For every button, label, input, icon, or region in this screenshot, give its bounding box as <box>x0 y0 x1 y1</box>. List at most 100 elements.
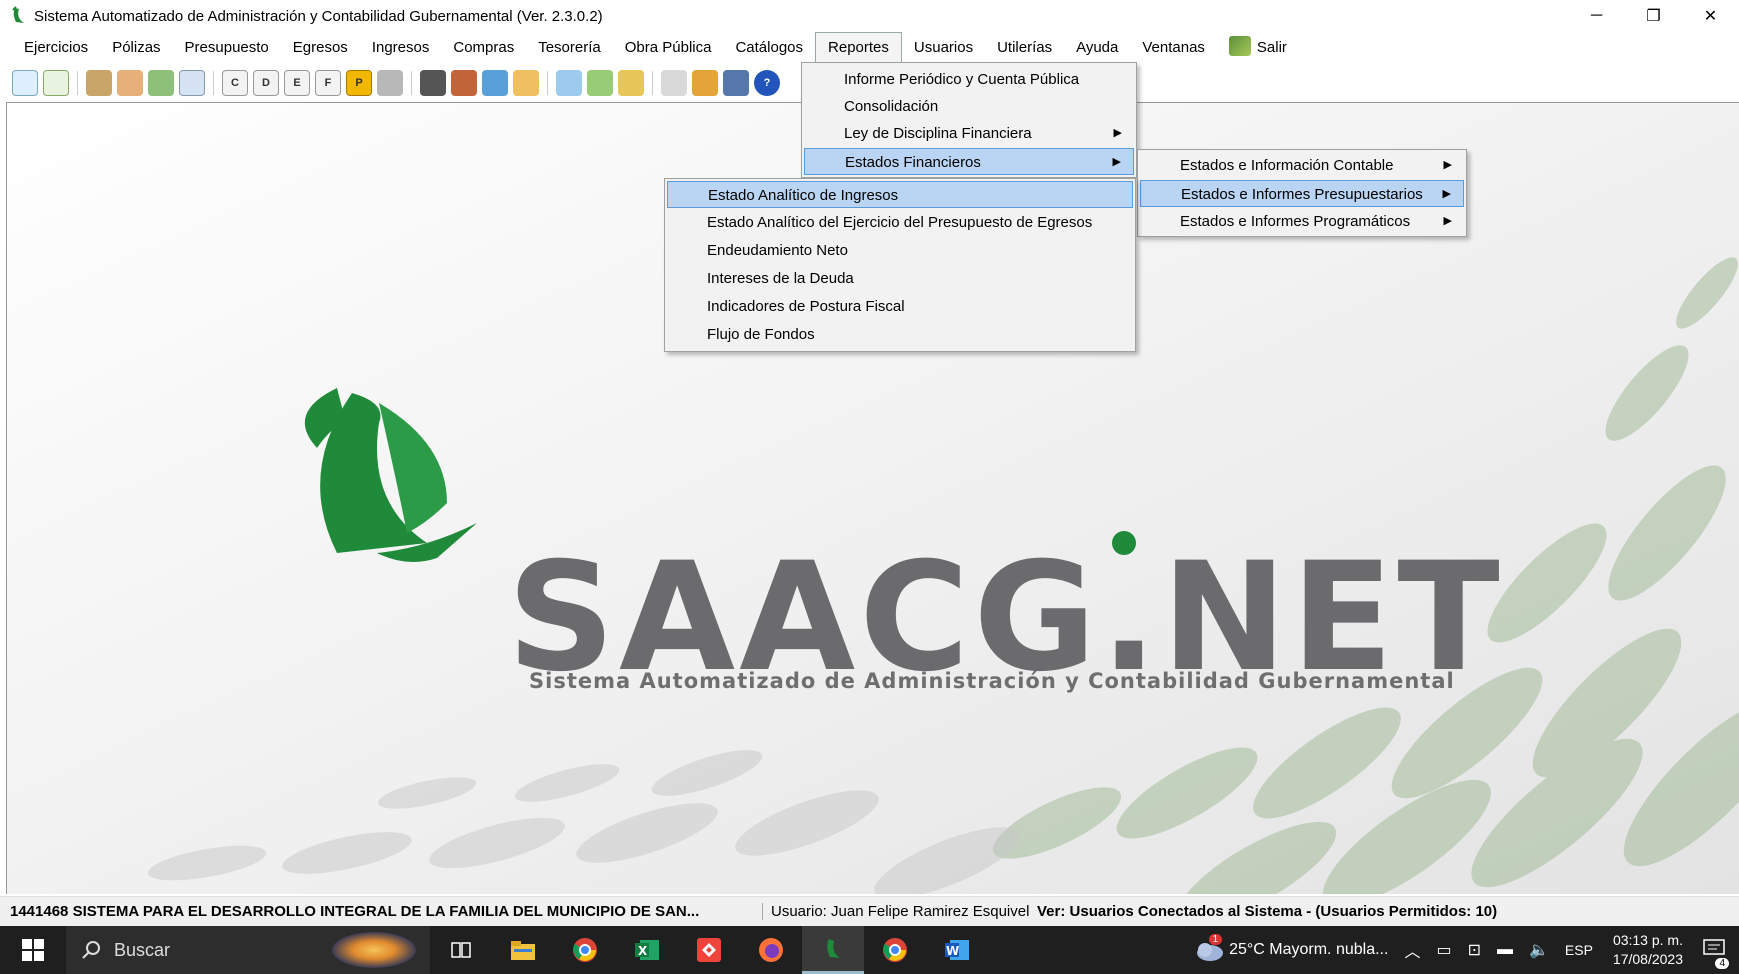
notification-count: 4 <box>1715 957 1729 969</box>
e-letter-icon[interactable]: E <box>284 70 310 96</box>
language-indicator[interactable]: ESP <box>1565 942 1593 958</box>
menu-item-postura-fiscal[interactable]: Indicadores de Postura Fiscal <box>667 293 1133 320</box>
menu-reportes[interactable]: Reportes <box>815 32 902 64</box>
menu-ingresos[interactable]: Ingresos <box>360 33 442 63</box>
taskbar-chrome-2[interactable] <box>864 926 926 974</box>
menu-item-analitico-ingresos[interactable]: Estado Analítico de Ingresos <box>667 181 1133 208</box>
checklist-icon[interactable] <box>148 70 174 96</box>
minimize-button[interactable]: ─ <box>1568 0 1625 32</box>
search-highlight-icon <box>332 932 416 968</box>
menu-item-consolidacion[interactable]: Consolidación <box>804 93 1134 120</box>
f-letter-icon[interactable]: F <box>315 70 341 96</box>
taskbar-excel[interactable]: X <box>616 926 678 974</box>
taskbar-search[interactable]: Buscar <box>66 926 430 974</box>
package-icon[interactable] <box>513 70 539 96</box>
menu-item-informe-periodico[interactable]: Informe Periódico y Cuenta Pública <box>804 66 1134 93</box>
tree-icon[interactable] <box>661 70 687 96</box>
menu-tesoreria[interactable]: Tesorería <box>526 33 613 63</box>
p-letter-icon[interactable]: P <box>346 70 372 96</box>
logo-subtitle: Sistema Automatizado de Administración y… <box>529 669 1455 693</box>
weather-text: 25°C Mayorm. nubla... <box>1229 941 1389 959</box>
taskbar-file-explorer[interactable] <box>492 926 554 974</box>
battery-icon[interactable]: ▬ <box>1497 941 1513 959</box>
menu-item-label: Estados e Informes Presupuestarios <box>1181 186 1423 203</box>
toolbar-separator <box>652 71 653 95</box>
menu-item-informes-programaticos[interactable]: Estados e Informes Programáticos ▶ <box>1140 208 1464 235</box>
printer-icon[interactable] <box>377 70 403 96</box>
notification-center[interactable]: 4 <box>1703 938 1729 969</box>
submenu-arrow-icon: ▶ <box>1443 215 1452 227</box>
help-icon[interactable]: ? <box>754 70 780 96</box>
menu-item-info-contable[interactable]: Estados e Información Contable ▶ <box>1140 152 1464 179</box>
menu-polizas[interactable]: Pólizas <box>100 33 172 63</box>
app-logo-icon <box>10 6 28 26</box>
chevron-up-icon[interactable]: ︿ <box>1404 938 1420 962</box>
restore-button[interactable]: ❐ <box>1625 0 1682 32</box>
document-icon[interactable] <box>43 70 69 96</box>
report-icon[interactable] <box>556 70 582 96</box>
folder-icon[interactable] <box>86 70 112 96</box>
start-button[interactable] <box>0 926 66 974</box>
table-icon[interactable] <box>179 70 205 96</box>
saacg-app-icon <box>827 938 840 958</box>
c-letter-icon[interactable]: C <box>222 70 248 96</box>
status-connected-users[interactable]: Ver: Usuarios Conectados al Sistema - (U… <box>1037 903 1497 920</box>
network-icon[interactable]: ⊡ <box>1468 940 1481 960</box>
search-placeholder: Buscar <box>114 939 171 960</box>
menu-item-label: Endeudamiento Neto <box>707 242 848 259</box>
word-icon: W <box>945 940 969 960</box>
taskbar-saacg[interactable] <box>802 926 864 974</box>
taskbar-anydesk[interactable] <box>678 926 740 974</box>
task-view-button[interactable] <box>430 926 492 974</box>
menu-item-label: Estados Financieros <box>845 154 981 171</box>
svg-text:W: W <box>946 944 959 958</box>
clock-date: 17/08/2023 <box>1612 951 1683 967</box>
refresh-icon[interactable] <box>12 70 38 96</box>
menu-item-estados-financieros[interactable]: Estados Financieros ▶ <box>804 148 1134 175</box>
submenu-arrow-icon: ▶ <box>1113 127 1122 139</box>
database-icon[interactable] <box>723 70 749 96</box>
windows-taskbar: Buscar X W 1 25°C Mayorm. nubla... ︿ ▭ ⊡… <box>0 926 1739 974</box>
menu-usuarios[interactable]: Usuarios <box>902 33 985 63</box>
users-icon[interactable] <box>482 70 508 96</box>
menu-item-informes-presupuestarios[interactable]: Estados e Informes Presupuestarios ▶ <box>1140 180 1464 207</box>
menu-ayuda[interactable]: Ayuda <box>1064 33 1130 63</box>
toolbar-separator <box>411 71 412 95</box>
close-button[interactable]: ✕ <box>1682 0 1739 32</box>
edit-icon[interactable] <box>451 70 477 96</box>
taskbar-firefox[interactable] <box>740 926 802 974</box>
taskbar-word[interactable]: W <box>926 926 988 974</box>
menu-item-label: Estado Analítico de Ingresos <box>708 187 899 204</box>
menu-egresos[interactable]: Egresos <box>281 33 360 63</box>
menu-presupuesto[interactable]: Presupuesto <box>173 33 281 63</box>
menu-utilerias[interactable]: Utilerías <box>985 33 1064 63</box>
tags-icon[interactable] <box>618 70 644 96</box>
volume-icon[interactable]: 🔈 <box>1529 940 1549 960</box>
menu-salir[interactable]: Salir <box>1217 33 1299 63</box>
menu-item-analitico-egresos[interactable]: Estado Analítico del Ejercicio del Presu… <box>667 209 1133 236</box>
menu-item-intereses-deuda[interactable]: Intereses de la Deuda <box>667 265 1133 292</box>
weather-widget[interactable]: 1 25°C Mayorm. nubla... <box>1193 934 1389 962</box>
taskbar-chrome[interactable] <box>554 926 616 974</box>
tablet-icon[interactable]: ▭ <box>1436 940 1451 960</box>
menu-ventanas[interactable]: Ventanas <box>1130 33 1217 63</box>
menu-item-endeudamiento-neto[interactable]: Endeudamiento Neto <box>667 237 1133 264</box>
menu-ejercicios[interactable]: Ejercicios <box>12 33 100 63</box>
menu-item-ley-disciplina[interactable]: Ley de Disciplina Financiera ▶ <box>804 120 1134 147</box>
status-organization: 1441468 SISTEMA PARA EL DESARROLLO INTEG… <box>10 903 700 920</box>
transfer-icon[interactable] <box>117 70 143 96</box>
status-user: Usuario: Juan Felipe Ramirez Esquivel <box>762 903 1029 920</box>
menu-catalogos[interactable]: Catálogos <box>723 33 815 63</box>
menu-item-label: Estado Analítico del Ejercicio del Presu… <box>707 214 1093 231</box>
clock[interactable]: 03:13 p. m. 17/08/2023 <box>1613 931 1683 969</box>
d-letter-icon[interactable]: D <box>253 70 279 96</box>
toolbar-separator <box>77 71 78 95</box>
toolbar-separator <box>547 71 548 95</box>
menu-item-flujo-fondos[interactable]: Flujo de Fondos <box>667 321 1133 348</box>
menu-obra-publica[interactable]: Obra Pública <box>613 33 724 63</box>
svg-text:X: X <box>638 944 648 958</box>
clipboard-icon[interactable] <box>420 70 446 96</box>
tools-icon[interactable] <box>587 70 613 96</box>
gear-icon[interactable] <box>692 70 718 96</box>
menu-compras[interactable]: Compras <box>441 33 526 63</box>
